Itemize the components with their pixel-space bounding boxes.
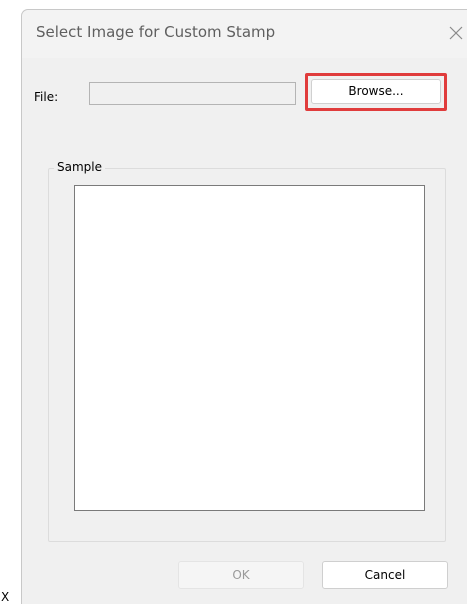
sample-legend: Sample [54, 160, 105, 174]
page: Select Image for Custom Stamp File: Brow… [0, 0, 467, 604]
file-path-field[interactable] [89, 82, 296, 105]
sample-preview [74, 185, 425, 511]
cancel-button[interactable]: Cancel [322, 561, 448, 589]
custom-stamp-dialog: Select Image for Custom Stamp File: Brow… [21, 9, 467, 604]
browse-button[interactable]: Browse... [311, 79, 441, 104]
ok-button[interactable]: OK [178, 561, 304, 589]
title-bar[interactable]: Select Image for Custom Stamp [22, 10, 467, 58]
file-label: File: [34, 90, 59, 104]
corner-text: X [1, 590, 10, 604]
close-icon[interactable] [447, 24, 465, 42]
dialog-title: Select Image for Custom Stamp [36, 23, 276, 41]
